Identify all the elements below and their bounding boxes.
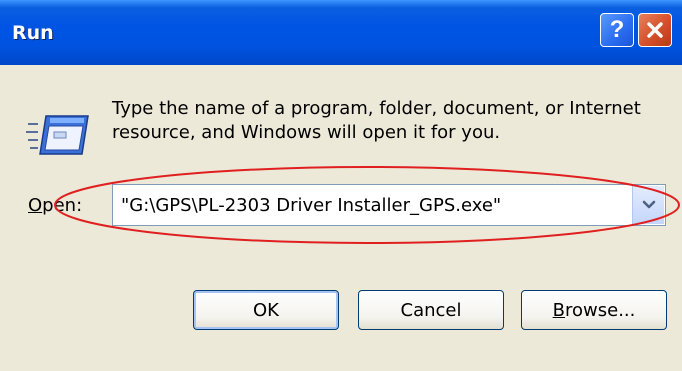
browse-mnemonic: B [552,299,565,321]
dropdown-button[interactable] [632,186,664,224]
window-title: Run [12,22,54,44]
title-bar[interactable]: Run ? [0,0,682,65]
cancel-button[interactable]: Cancel [358,290,504,330]
open-combobox[interactable]: "G:\GPS\PL-2303 Driver Installer_GPS.exe… [112,184,666,226]
open-input[interactable]: "G:\GPS\PL-2303 Driver Installer_GPS.exe… [121,195,501,216]
question-mark-icon: ? [609,16,625,43]
close-button[interactable] [638,13,672,47]
browse-label-rest: rowse... [565,299,636,321]
run-program-icon [26,115,89,155]
help-button[interactable]: ? [600,13,634,47]
ok-button[interactable]: OK [193,290,339,330]
open-label-mnemonic: O [28,195,43,216]
close-icon [647,22,663,38]
run-dialog: Run ? Type the name of a program, folder… [0,0,682,371]
browse-button[interactable]: Browse... [521,290,667,330]
instruction-text: Type the name of a program, folder, docu… [112,98,641,143]
open-label-rest: pen: [42,195,83,216]
dialog-body: Type the name of a program, folder, docu… [0,65,682,371]
chevron-down-icon [642,200,655,209]
open-field-label: Open: [28,195,82,216]
